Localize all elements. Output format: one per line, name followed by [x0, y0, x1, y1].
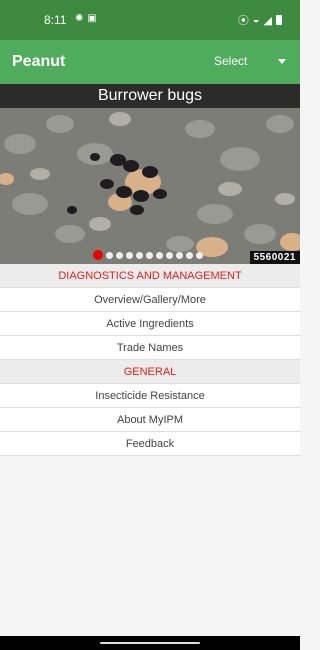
status-bar: 8:11 ✺ ▣ ⦿ ◒ ◢	[0, 0, 300, 40]
status-time: 8:11	[44, 13, 67, 27]
carousel-indicator	[93, 250, 203, 260]
wifi-icon: ◒	[252, 14, 260, 26]
carousel-dot[interactable]	[146, 251, 153, 259]
system-nav-bar	[0, 636, 300, 650]
select-label: Select	[214, 54, 248, 68]
battery-icon	[276, 15, 282, 25]
burrower-bugs-photo	[0, 84, 300, 264]
carousel-dot[interactable]	[166, 251, 173, 259]
carousel-dot[interactable]	[186, 251, 193, 259]
vibrate-icon: ⦿	[237, 15, 249, 27]
carousel-dot[interactable]	[156, 251, 163, 259]
chevron-down-icon	[278, 59, 286, 64]
status-right-icons: ⦿ ◒ ◢	[238, 12, 282, 28]
carousel-dot[interactable]	[176, 251, 183, 259]
menu-item-insecticide-resistance[interactable]: Insecticide Resistance	[0, 384, 300, 408]
carousel-dot[interactable]	[126, 251, 133, 259]
home-gesture-pill[interactable]	[100, 642, 200, 644]
menu-item-overview[interactable]: Overview/Gallery/More	[0, 288, 300, 312]
menu-item-active-ingredients[interactable]: Active Ingredients	[0, 312, 300, 336]
id-card-icon: ▣	[87, 13, 97, 24]
app-title: Peanut	[12, 53, 66, 70]
section-header-general: GENERAL	[0, 360, 300, 384]
menu-list: DIAGNOSTICS AND MANAGEMENT Overview/Gall…	[0, 264, 300, 456]
signal-icon: ◢	[263, 14, 272, 27]
app-bar: Peanut Select	[0, 40, 300, 84]
section-header-diagnostics: DIAGNOSTICS AND MANAGEMENT	[0, 264, 300, 288]
menu-item-trade-names[interactable]: Trade Names	[0, 336, 300, 360]
pest-title: Burrower bugs	[0, 84, 300, 108]
menu-item-feedback[interactable]: Feedback	[0, 432, 300, 456]
menu-item-about[interactable]: About MyIPM	[0, 408, 300, 432]
image-carousel[interactable]: Burrower bugs 5560021	[0, 84, 300, 264]
carousel-dot-active[interactable]	[93, 250, 103, 260]
sun-icon: ✺	[75, 13, 84, 24]
carousel-dot[interactable]	[116, 251, 123, 259]
image-id-label: 5560021	[249, 251, 300, 264]
carousel-dot[interactable]	[136, 251, 143, 259]
crop-select-dropdown[interactable]: Select	[214, 54, 294, 72]
carousel-dot[interactable]	[196, 251, 203, 259]
status-left-icons: ✺ ▣	[75, 13, 97, 24]
carousel-dot[interactable]	[106, 251, 113, 259]
